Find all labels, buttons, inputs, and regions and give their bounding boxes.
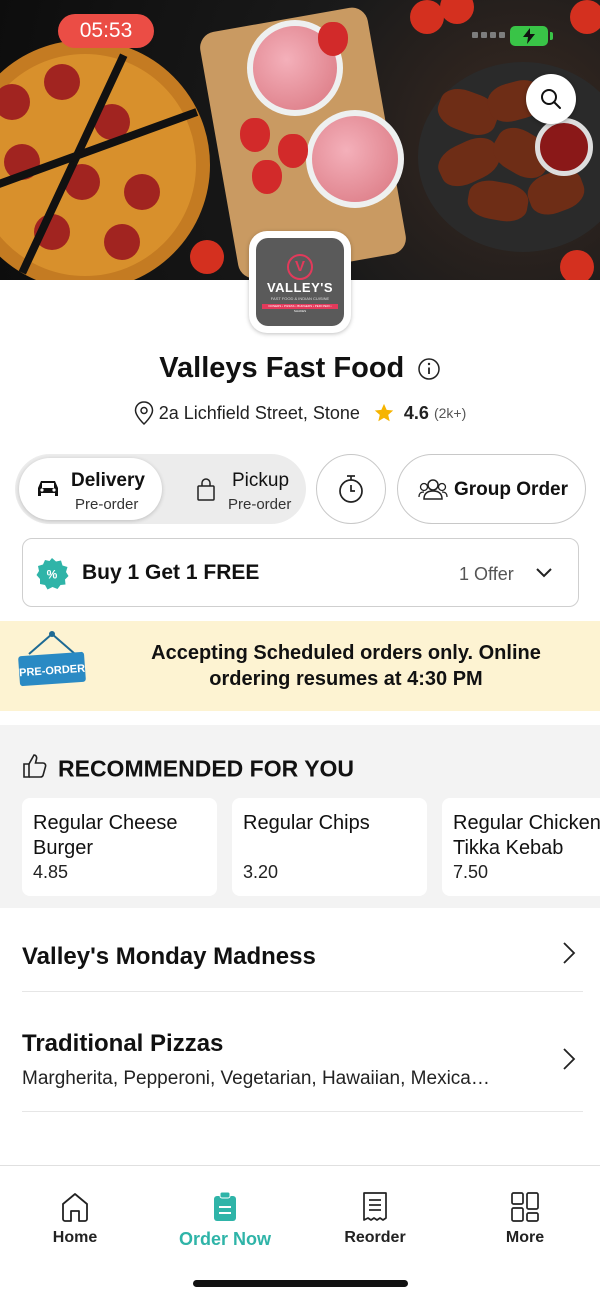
- car-icon: [38, 481, 58, 496]
- timer-icon: [339, 475, 363, 503]
- offer-card[interactable]: % Buy 1 Get 1 FREE 1 Offer: [22, 538, 579, 607]
- svg-text:%: %: [47, 568, 58, 582]
- restaurant-address: 2a Lichfield Street, Stone: [158, 402, 360, 423]
- banner-text: Accepting Scheduled orders only. Online …: [151, 642, 541, 690]
- pizza-image: [0, 40, 210, 280]
- search-icon: [541, 89, 561, 109]
- recommended-item-name: Regular Chips: [243, 812, 370, 834]
- preorder-banner: PRE-ORDER Accepting Scheduled orders onl…: [0, 621, 600, 711]
- thumbs-up-icon: [23, 754, 47, 778]
- logo-strip-text: DONERS • PIZZAS • BURGERS • PERI PERI • …: [268, 304, 332, 313]
- chevron-right-icon: [563, 942, 576, 964]
- chevron-down-icon: [536, 568, 552, 578]
- group-order-label: Group Order: [454, 479, 569, 500]
- shopping-bag-icon: [197, 478, 215, 501]
- bottom-nav: Home Order Now Reorder More: [0, 1165, 600, 1298]
- category-row[interactable]: Valley's Monday Madness: [22, 908, 583, 992]
- nav-item-more[interactable]: More: [450, 1191, 600, 1247]
- battery-icon: [510, 26, 553, 46]
- nav-label-reorder: Reorder: [344, 1229, 406, 1246]
- delivery-label: Delivery: [71, 470, 145, 491]
- sauce-bowl: [535, 118, 593, 176]
- recommended-heading-text: RECOMMENDED FOR YOU: [58, 755, 355, 782]
- home-icon: [62, 1193, 88, 1222]
- receipt-icon: [363, 1192, 387, 1221]
- logo-tagline: FAST FOOD & INDIAN CUISINE: [270, 296, 330, 301]
- recommended-item-price: 3.20: [243, 862, 279, 882]
- status-time: 05:53: [58, 14, 154, 48]
- search-button[interactable]: [526, 74, 576, 124]
- signal-icon: [472, 32, 506, 40]
- offer-count: 1 Offer: [459, 564, 514, 584]
- restaurant-name: Valleys Fast Food: [159, 352, 405, 384]
- schedule-button[interactable]: [316, 454, 386, 524]
- recommended-item-name: Regular Chicken Tikka Kebab: [453, 812, 600, 859]
- recommended-heading: RECOMMENDED FOR YOU: [22, 753, 354, 782]
- nav-label-home: Home: [52, 1229, 98, 1246]
- restaurant-logo: V VALLEY'S FAST FOOD & INDIAN CUISINE DO…: [249, 231, 351, 333]
- address-row: 2a Lichfield Street, Stone 4.6 (2k+): [0, 401, 600, 425]
- rating-count: (2k+): [433, 405, 467, 421]
- recommended-item-price: 7.50: [453, 862, 489, 882]
- chevron-right-icon: [563, 1048, 576, 1070]
- nav-label-order-now: Order Now: [178, 1229, 271, 1249]
- nav-label-more: More: [505, 1229, 545, 1246]
- category-row[interactable]: Traditional Pizzas Margherita, Pepperoni…: [22, 992, 583, 1112]
- category-description: Margherita, Pepperoni, Vegetarian, Hawai…: [22, 1068, 490, 1089]
- info-icon[interactable]: [417, 357, 441, 381]
- home-indicator: [193, 1280, 408, 1287]
- recommended-item[interactable]: Regular Cheese Burger 4.85: [22, 798, 217, 896]
- order-icon: [214, 1191, 236, 1221]
- order-mode-toggle: Delivery Pre-order Pickup Pre-order: [15, 454, 306, 524]
- pickup-sub: Pre-order: [228, 496, 292, 513]
- pickup-label: Pickup: [232, 470, 290, 491]
- recommended-item-price: 4.85: [33, 862, 69, 882]
- delivery-option[interactable]: Delivery Pre-order: [19, 458, 162, 520]
- grid-icon: [511, 1192, 539, 1222]
- recommended-item-name: Regular Cheese Burger: [33, 812, 178, 859]
- recommended-section: RECOMMENDED FOR YOU Regular Cheese Burge…: [0, 725, 600, 908]
- rating-value: 4.6: [403, 402, 429, 423]
- group-icon: [418, 479, 448, 500]
- delivery-sub: Pre-order: [75, 496, 139, 513]
- offer-title: Buy 1 Get 1 FREE: [82, 561, 260, 584]
- category-title: Valley's Monday Madness: [22, 943, 316, 970]
- preorder-sign-icon: PRE-ORDER: [18, 631, 86, 687]
- recommended-item[interactable]: Regular Chicken Tikka Kebab 7.50: [442, 798, 600, 896]
- star-icon: [374, 403, 394, 422]
- nav-item-reorder[interactable]: Reorder: [300, 1191, 450, 1247]
- nav-item-home[interactable]: Home: [0, 1191, 150, 1247]
- location-pin-icon: [134, 401, 153, 425]
- discount-badge-icon: %: [36, 558, 69, 590]
- recommended-item[interactable]: Regular Chips 3.20: [232, 798, 427, 896]
- nav-item-order-now[interactable]: Order Now: [150, 1191, 300, 1250]
- group-order-button[interactable]: Group Order: [397, 454, 586, 524]
- category-title: Traditional Pizzas: [22, 1030, 224, 1057]
- logo-name: VALLEY'S: [266, 280, 334, 295]
- restaurant-title-row: Valleys Fast Food: [0, 352, 600, 385]
- pickup-option[interactable]: Pickup Pre-order: [170, 458, 302, 520]
